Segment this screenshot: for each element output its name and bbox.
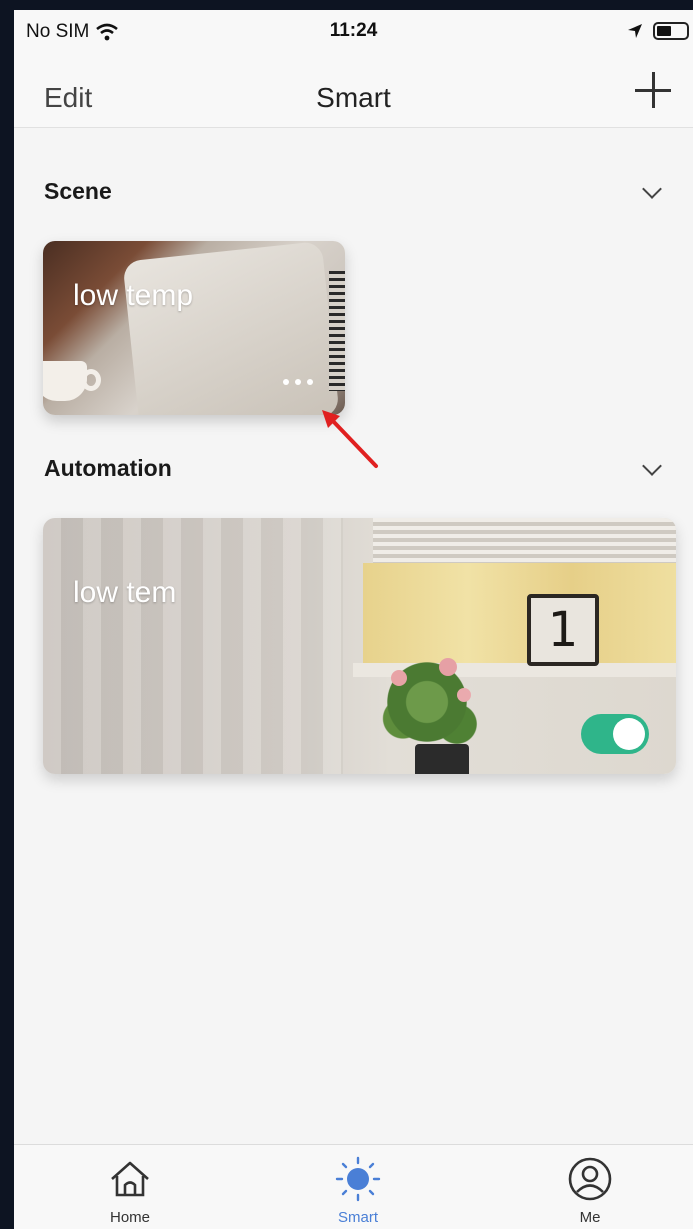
toggle-knob xyxy=(613,718,645,750)
scene-card-image xyxy=(122,241,340,415)
sun-icon xyxy=(335,1156,381,1202)
plus-icon[interactable] xyxy=(635,72,671,108)
flower-image xyxy=(439,658,457,676)
tab-home-label: Home xyxy=(109,1209,150,1226)
chevron-down-icon[interactable] xyxy=(642,179,662,199)
status-bar: No SIM 11:24 xyxy=(14,10,693,52)
tab-bar: Home Smart Me xyxy=(14,1144,693,1229)
user-icon xyxy=(568,1157,612,1201)
automation-card[interactable]: 1 low tem xyxy=(43,518,676,774)
flower-image xyxy=(391,670,407,686)
automation-card-title: low tem xyxy=(73,576,177,609)
status-time: 11:24 xyxy=(329,20,378,41)
tab-me-label: Me xyxy=(579,1209,601,1226)
location-arrow-icon xyxy=(628,24,642,38)
nav-bar: Edit Smart xyxy=(14,52,693,128)
scene-card-title: low temp xyxy=(73,279,194,312)
flower-image xyxy=(457,688,471,702)
phone-screen: No SIM 11:24 Edit Smart Scene low temp A… xyxy=(14,10,693,1229)
pot-image xyxy=(415,744,469,774)
window-image xyxy=(363,563,676,663)
tab-smart[interactable]: Smart xyxy=(298,1155,418,1226)
tab-home[interactable]: Home xyxy=(70,1155,190,1226)
scene-section-title: Scene xyxy=(44,178,112,204)
chevron-down-icon[interactable] xyxy=(642,456,662,476)
cup-handle-image xyxy=(81,369,101,391)
automation-section-title: Automation xyxy=(44,455,172,481)
blinds-image xyxy=(373,518,676,563)
more-dots-icon[interactable] xyxy=(283,379,313,385)
scene-card[interactable]: low temp xyxy=(43,241,345,415)
status-right xyxy=(627,22,689,40)
page-title: Smart xyxy=(316,82,391,113)
curtain-image xyxy=(43,518,343,774)
automation-toggle[interactable] xyxy=(581,714,649,754)
scene-card-image-detail xyxy=(329,271,345,391)
number-frame-image: 1 xyxy=(527,594,599,666)
tab-smart-label: Smart xyxy=(337,1209,378,1226)
home-icon xyxy=(111,1161,149,1197)
tab-me[interactable]: Me xyxy=(530,1155,650,1226)
battery-icon xyxy=(653,22,689,40)
